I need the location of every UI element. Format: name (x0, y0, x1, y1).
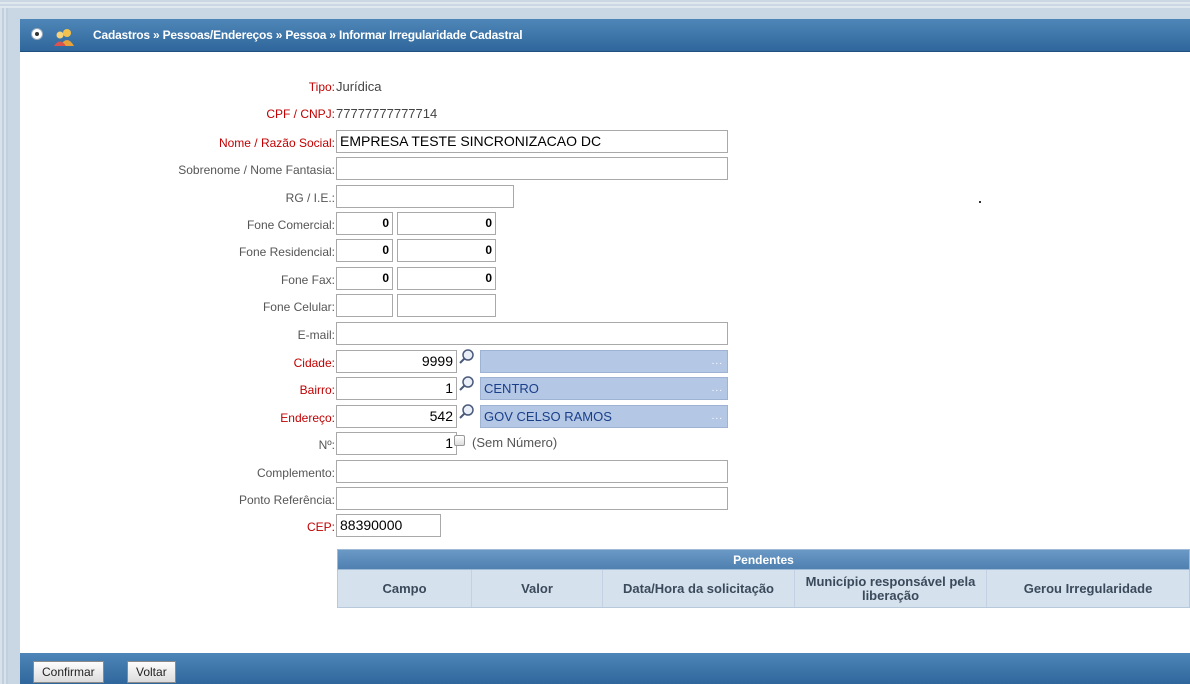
radio-icon[interactable] (31, 28, 43, 40)
endereco-label: Endereço: (280, 411, 335, 425)
users-icon (53, 26, 75, 46)
pendentes-table: Pendentes Campo Valor Data/Hora da solic… (337, 549, 1190, 608)
endereco-name-text: GOV CELSO RAMOS (484, 409, 612, 424)
fone-residencial-ddd-input[interactable]: 0 (336, 239, 393, 262)
cidade-code-input[interactable]: 9999 (336, 350, 457, 373)
email-label: E-mail: (297, 328, 335, 342)
frame-top-border (0, 0, 1190, 8)
sobrenome-label: Sobrenome / Nome Fantasia: (178, 163, 335, 177)
cidade-label: Cidade: (293, 356, 335, 370)
frame-left-border (0, 0, 8, 684)
cpf-cnpj-label: CPF / CNPJ: (266, 107, 335, 121)
cpf-cnpj-value: 77777777777714 (336, 106, 438, 121)
ponto-referencia-label: Ponto Referência: (238, 493, 335, 507)
numero-label: Nº: (318, 438, 335, 452)
breadcrumb-title: Cadastros » Pessoas/Endereços » Pessoa »… (93, 28, 523, 42)
fone-comercial-label: Fone Comercial: (246, 218, 335, 232)
fone-celular-number-input[interactable] (397, 294, 496, 317)
ponto-referencia-input[interactable] (336, 487, 728, 510)
column-header-campo[interactable]: Campo (338, 570, 472, 607)
magnifier-icon[interactable] (458, 403, 476, 421)
rg-input[interactable] (336, 185, 514, 208)
complemento-input[interactable] (336, 460, 728, 483)
bairro-label: Bairro: (299, 383, 335, 397)
fone-comercial-number-input[interactable]: 0 (397, 212, 496, 235)
title-bar: Cadastros » Pessoas/Endereços » Pessoa »… (20, 19, 1190, 52)
email-input[interactable] (336, 322, 728, 345)
stray-dot (979, 201, 981, 203)
sem-numero-checkbox[interactable] (454, 435, 465, 446)
cep-label: CEP: (306, 520, 335, 534)
column-header-gerou-irregularidade[interactable]: Gerou Irregularidade (987, 570, 1189, 607)
column-header-data-hora[interactable]: Data/Hora da solicitação (603, 570, 795, 607)
confirm-button[interactable]: Confirmar (33, 661, 104, 683)
nome-label: Nome / Razão Social: (218, 136, 335, 150)
fone-residencial-number-input[interactable]: 0 (397, 239, 496, 262)
fone-fax-label: Fone Fax: (280, 273, 335, 287)
fone-celular-ddd-input[interactable] (336, 294, 393, 317)
complemento-label: Complemento: (256, 466, 335, 480)
column-header-municipio[interactable]: Município responsável pela liberação (795, 570, 987, 607)
tipo-label: Tipo: (308, 80, 335, 94)
cidade-name-field[interactable]: ... (480, 350, 728, 373)
sobrenome-input[interactable] (336, 157, 728, 180)
bairro-name-field[interactable]: CENTRO ... (480, 377, 728, 400)
sem-numero-label: (Sem Número) (472, 435, 558, 450)
fone-fax-ddd-input[interactable]: 0 (336, 267, 393, 290)
nome-input[interactable]: EMPRESA TESTE SINCRONIZACAO DC (336, 130, 728, 153)
endereco-name-field[interactable]: GOV CELSO RAMOS ... (480, 405, 728, 428)
rg-label: RG / I.E.: (285, 191, 335, 205)
fone-fax-number-input[interactable]: 0 (397, 267, 496, 290)
fone-celular-label: Fone Celular: (262, 300, 335, 314)
column-header-valor[interactable]: Valor (472, 570, 603, 607)
bairro-name-text: CENTRO (484, 381, 539, 396)
pendentes-header-row: Campo Valor Data/Hora da solicitação Mun… (337, 570, 1190, 608)
endereco-lookup-dots[interactable]: ... (712, 408, 723, 425)
cidade-lookup-dots[interactable]: ... (712, 353, 723, 370)
magnifier-icon[interactable] (458, 348, 476, 366)
footer-bar: Confirmar Voltar (20, 653, 1190, 684)
magnifier-icon[interactable] (458, 375, 476, 393)
back-button[interactable]: Voltar (127, 661, 176, 683)
bairro-code-input[interactable]: 1 (336, 377, 457, 400)
cep-input[interactable]: 88390000 (336, 514, 441, 537)
pendentes-title: Pendentes (337, 549, 1190, 570)
fone-residencial-label: Fone Residencial: (238, 245, 335, 259)
fone-comercial-ddd-input[interactable]: 0 (336, 212, 393, 235)
numero-input[interactable]: 1 (336, 432, 457, 455)
endereco-code-input[interactable]: 542 (336, 405, 457, 428)
bairro-lookup-dots[interactable]: ... (712, 380, 723, 397)
main-panel: Cadastros » Pessoas/Endereços » Pessoa »… (20, 19, 1190, 684)
tipo-value: Jurídica (336, 79, 382, 94)
